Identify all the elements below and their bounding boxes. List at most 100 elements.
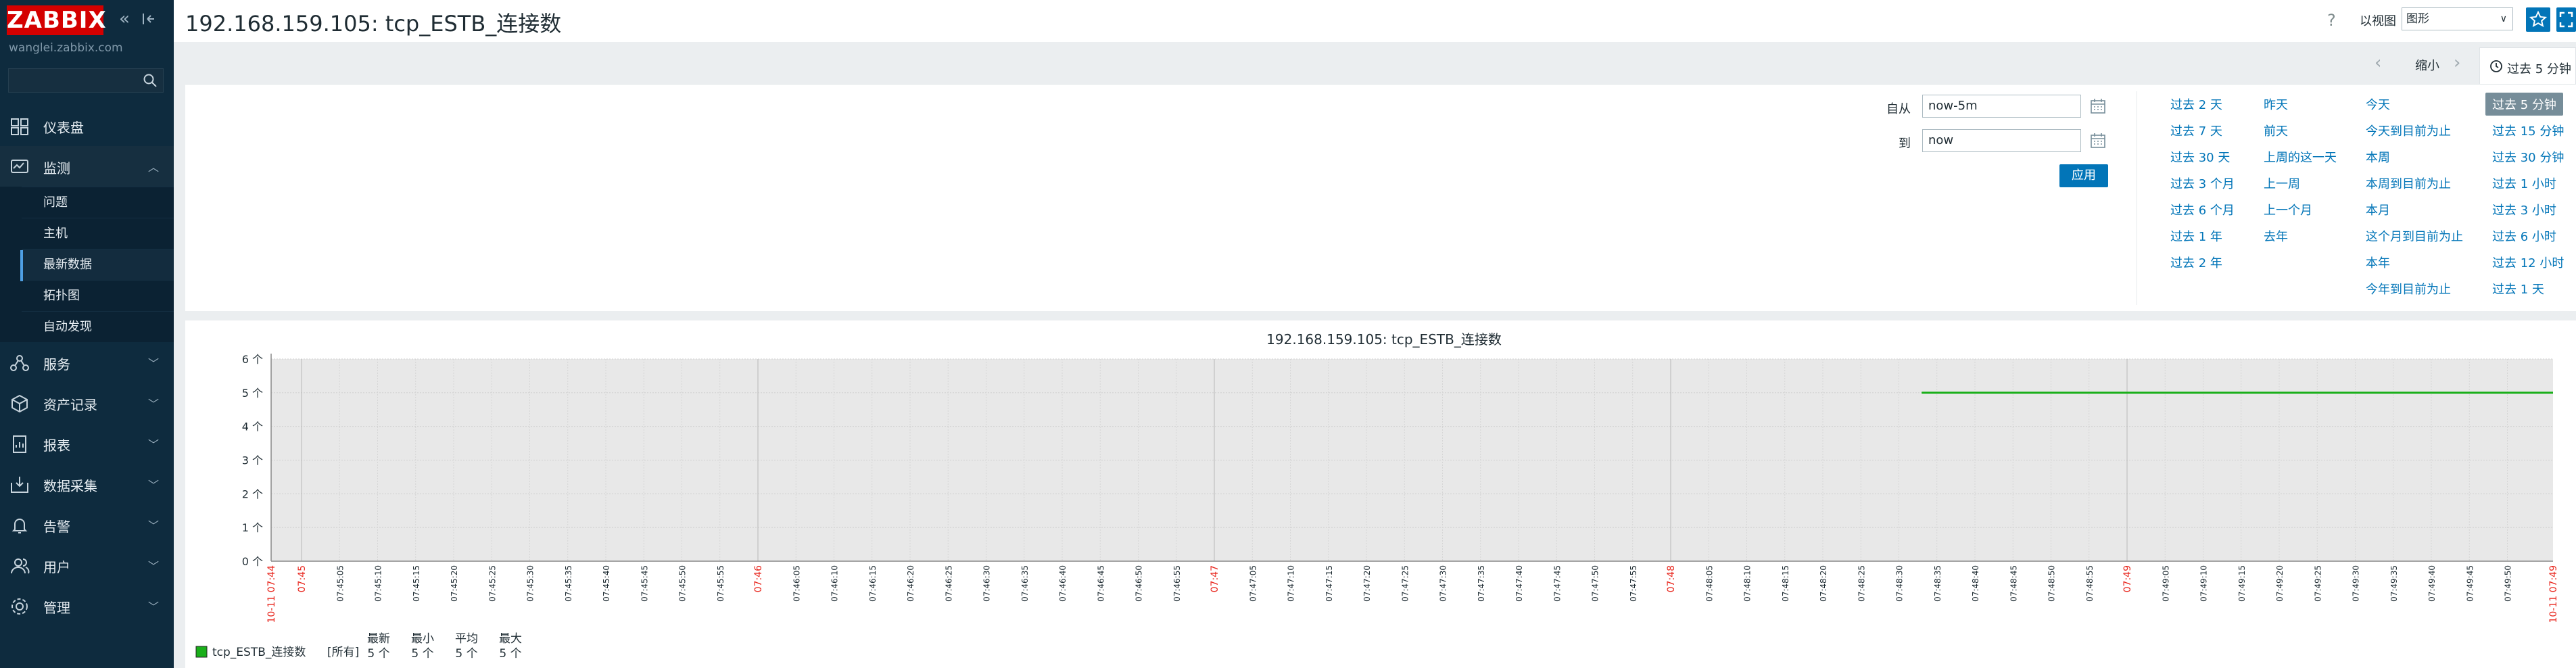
x-tick-label: 07:48:50 [2047, 565, 2057, 602]
quick-range-link[interactable]: 过去 2 天 [2170, 95, 2222, 113]
fullscreen-icon [2559, 11, 2573, 28]
submenu-item-discovery[interactable]: 自动发现 [22, 311, 174, 342]
legend-column-header: 平均 [455, 632, 478, 646]
chevron-down-icon: ﹀ [147, 560, 159, 573]
x-tick-label: 07:49:35 [2389, 565, 2399, 602]
menu-administration-label: 管理 [43, 600, 70, 616]
quick-range-link[interactable]: 上周的这一天 [2264, 148, 2337, 166]
quick-range-link[interactable]: 过去 1 天 [2492, 280, 2544, 297]
menu-alerts[interactable]: 告警 ﹀ [0, 504, 174, 545]
time-period-tab[interactable]: 过去 5 分钟 [2479, 47, 2576, 84]
quick-range-link[interactable]: 去年 [2264, 227, 2288, 245]
x-tick-label: 07:49:05 [2161, 565, 2170, 602]
chevron-right-icon[interactable]: › [2454, 53, 2460, 73]
fullscreen-button[interactable] [2556, 7, 2576, 32]
graph-chart: 192.168.159.105: tcp_ESTB_连接数 0 个 1 个 2 个 3… [195, 331, 2559, 661]
x-tick-label: 07:47:30 [1439, 565, 1448, 602]
x-tick-label: 07:46:15 [868, 565, 878, 602]
menu-data-collection[interactable]: 数据采集 ﹀ [0, 464, 174, 504]
alerts-icon [11, 519, 28, 533]
menu-monitoring[interactable]: 监测 ︿ [0, 146, 174, 187]
chevron-left-icon[interactable]: ‹ [2375, 53, 2381, 73]
quick-range-link[interactable]: 过去 30 天 [2170, 148, 2230, 166]
submenu-item-problems[interactable]: 问题 [22, 187, 174, 218]
x-tick-label: 07:49:50 [2504, 565, 2513, 602]
y-tick-label: 3 个 [242, 454, 263, 467]
quick-range-link[interactable]: 昨天 [2264, 95, 2288, 113]
time-filter-panel: 自从 now-5m 到 now 应用 过去 2 天过去 7 天过去 30 天过去… [185, 84, 2576, 311]
inventory-icon [11, 394, 28, 413]
page-header: 192.168.159.105: tcp_ESTB_连接数 ? 以视图 图形 ∨ [174, 0, 2576, 42]
x-tick-label: 07:48:20 [1819, 565, 1828, 602]
menu-administration[interactable]: 管理 ﹀ [0, 586, 174, 626]
quick-range-link[interactable]: 过去 1 年 [2170, 227, 2222, 245]
collapse-sidebar-icon[interactable]: « [115, 9, 134, 28]
quick-range-link[interactable]: 本年 [2366, 254, 2390, 271]
quick-range-link[interactable]: 前天 [2264, 122, 2288, 139]
menu-users-label: 用户 [43, 559, 70, 575]
menu-dashboard[interactable]: 仪表盘 [0, 105, 174, 146]
hide-sidebar-icon[interactable] [139, 9, 158, 28]
x-tick-label: 07:46:05 [792, 565, 801, 602]
hide-sidebar-glyph [143, 14, 154, 24]
quick-range-link[interactable]: 过去 1 小时 [2492, 174, 2556, 192]
quick-range-link[interactable]: 过去 5 分钟 [2485, 93, 2563, 116]
zoom-out-button[interactable]: 缩小 [2415, 56, 2439, 74]
menu-services[interactable]: 服务 ﹀ [0, 342, 174, 383]
graph-legend: tcp_ESTB_连接数 [所有]最新5 个最小5 个平均5 个最大5 个 [195, 632, 522, 661]
quick-range-link[interactable]: 本月 [2366, 201, 2390, 218]
add-to-favorites-button[interactable] [2526, 7, 2550, 32]
quick-range-link[interactable]: 本周 [2366, 148, 2390, 166]
quick-range-link[interactable]: 过去 15 分钟 [2492, 122, 2564, 139]
x-tick-label: 07:45:15 [412, 565, 421, 602]
x-tick-label: 07:49:10 [2199, 565, 2209, 602]
server-name: wanglei.zabbix.com [9, 41, 123, 55]
current-submenu-indicator [20, 250, 23, 281]
x-tick-label: 07:48:15 [1781, 565, 1790, 602]
menu-inventory[interactable]: 资产记录 ﹀ [0, 383, 174, 423]
quick-range-link[interactable]: 过去 30 分钟 [2492, 148, 2564, 166]
quick-range-link[interactable]: 上一个月 [2264, 201, 2312, 218]
view-as-value: 图形 [2406, 12, 2429, 26]
submenu-item-latest-data[interactable]: 最新数据 [22, 249, 174, 280]
quick-range-link[interactable]: 过去 7 天 [2170, 122, 2222, 139]
quick-range-link[interactable]: 本周到目前为止 [2366, 174, 2451, 192]
users-icon [11, 558, 30, 574]
y-tick-label: 2 个 [242, 487, 263, 500]
x-tick-label: 07:49:40 [2427, 565, 2437, 602]
calendar-icon[interactable] [2089, 132, 2107, 149]
quick-range-link[interactable]: 过去 2 年 [2170, 254, 2222, 271]
help-icon[interactable]: ? [2327, 11, 2336, 30]
quick-range-link[interactable]: 过去 6 个月 [2170, 201, 2235, 218]
quick-range-link[interactable]: 过去 6 小时 [2492, 227, 2556, 245]
x-tick-label: 07:45:05 [335, 565, 345, 602]
quick-range-link[interactable]: 今天到目前为止 [2366, 122, 2451, 139]
quick-range-link[interactable]: 上一周 [2264, 174, 2300, 192]
to-input[interactable]: now [1922, 129, 2081, 152]
monitoring-submenu: 问题 主机 最新数据 拓扑图 自动发现 [0, 187, 174, 342]
quick-range-link[interactable]: 今天 [2366, 95, 2390, 113]
x-tick-label: 07:46:10 [830, 565, 840, 602]
menu-users[interactable]: 用户 ﹀ [0, 545, 174, 586]
calendar-icon[interactable] [2089, 97, 2107, 115]
apply-button[interactable]: 应用 [2059, 164, 2108, 187]
search-icon[interactable] [143, 73, 158, 88]
quick-range-link[interactable]: 今年到目前为止 [2366, 280, 2451, 297]
submenu-item-maps[interactable]: 拓扑图 [22, 280, 174, 311]
y-tick-label: 5 个 [242, 387, 263, 400]
plot-area: 0 个 1 个 2 个 3 个 4 个 5 个 6 个 07:45 07:45:05 07:45:… [242, 353, 2559, 623]
search-input[interactable] [8, 68, 164, 93]
submenu-item-hosts[interactable]: 主机 [22, 218, 174, 249]
zabbix-logo[interactable]: ZABBIX [7, 5, 106, 35]
page-title: 192.168.159.105: tcp_ESTB_连接数 [185, 11, 562, 37]
view-as-select[interactable]: 图形 ∨ [2402, 7, 2513, 30]
quick-range-link[interactable]: 这个月到目前为止 [2366, 227, 2463, 245]
quick-range-link[interactable]: 过去 3 小时 [2492, 201, 2556, 218]
quick-range-link[interactable]: 过去 12 小时 [2492, 254, 2564, 271]
from-label: 自从 [1886, 102, 1911, 116]
legend-column-value: 5 个 [455, 647, 477, 661]
quick-range-link[interactable]: 过去 3 个月 [2170, 174, 2235, 192]
menu-reports[interactable]: 报表 ﹀ [0, 423, 174, 464]
from-input[interactable]: now-5m [1922, 95, 2081, 118]
menu-data-collection-label: 数据采集 [43, 478, 97, 494]
